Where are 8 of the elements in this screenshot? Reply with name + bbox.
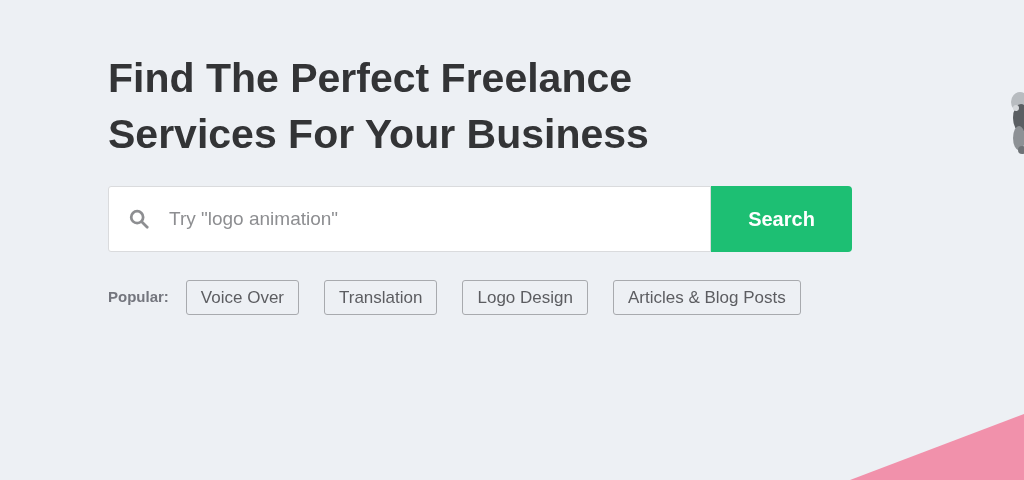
- search-icon: [128, 208, 150, 230]
- popular-tag[interactable]: Voice Over: [185, 280, 299, 315]
- popular-tag[interactable]: Articles & Blog Posts: [612, 280, 801, 315]
- hero-heading: Find The Perfect Freelance Services For Your Business: [108, 54, 650, 159]
- popular-tag[interactable]: Translation: [324, 280, 438, 315]
- popular-tag[interactable]: Logo Design: [462, 280, 588, 315]
- popular-label: Popular:: [108, 287, 169, 308]
- search-field[interactable]: Try "logo animation": [108, 186, 711, 252]
